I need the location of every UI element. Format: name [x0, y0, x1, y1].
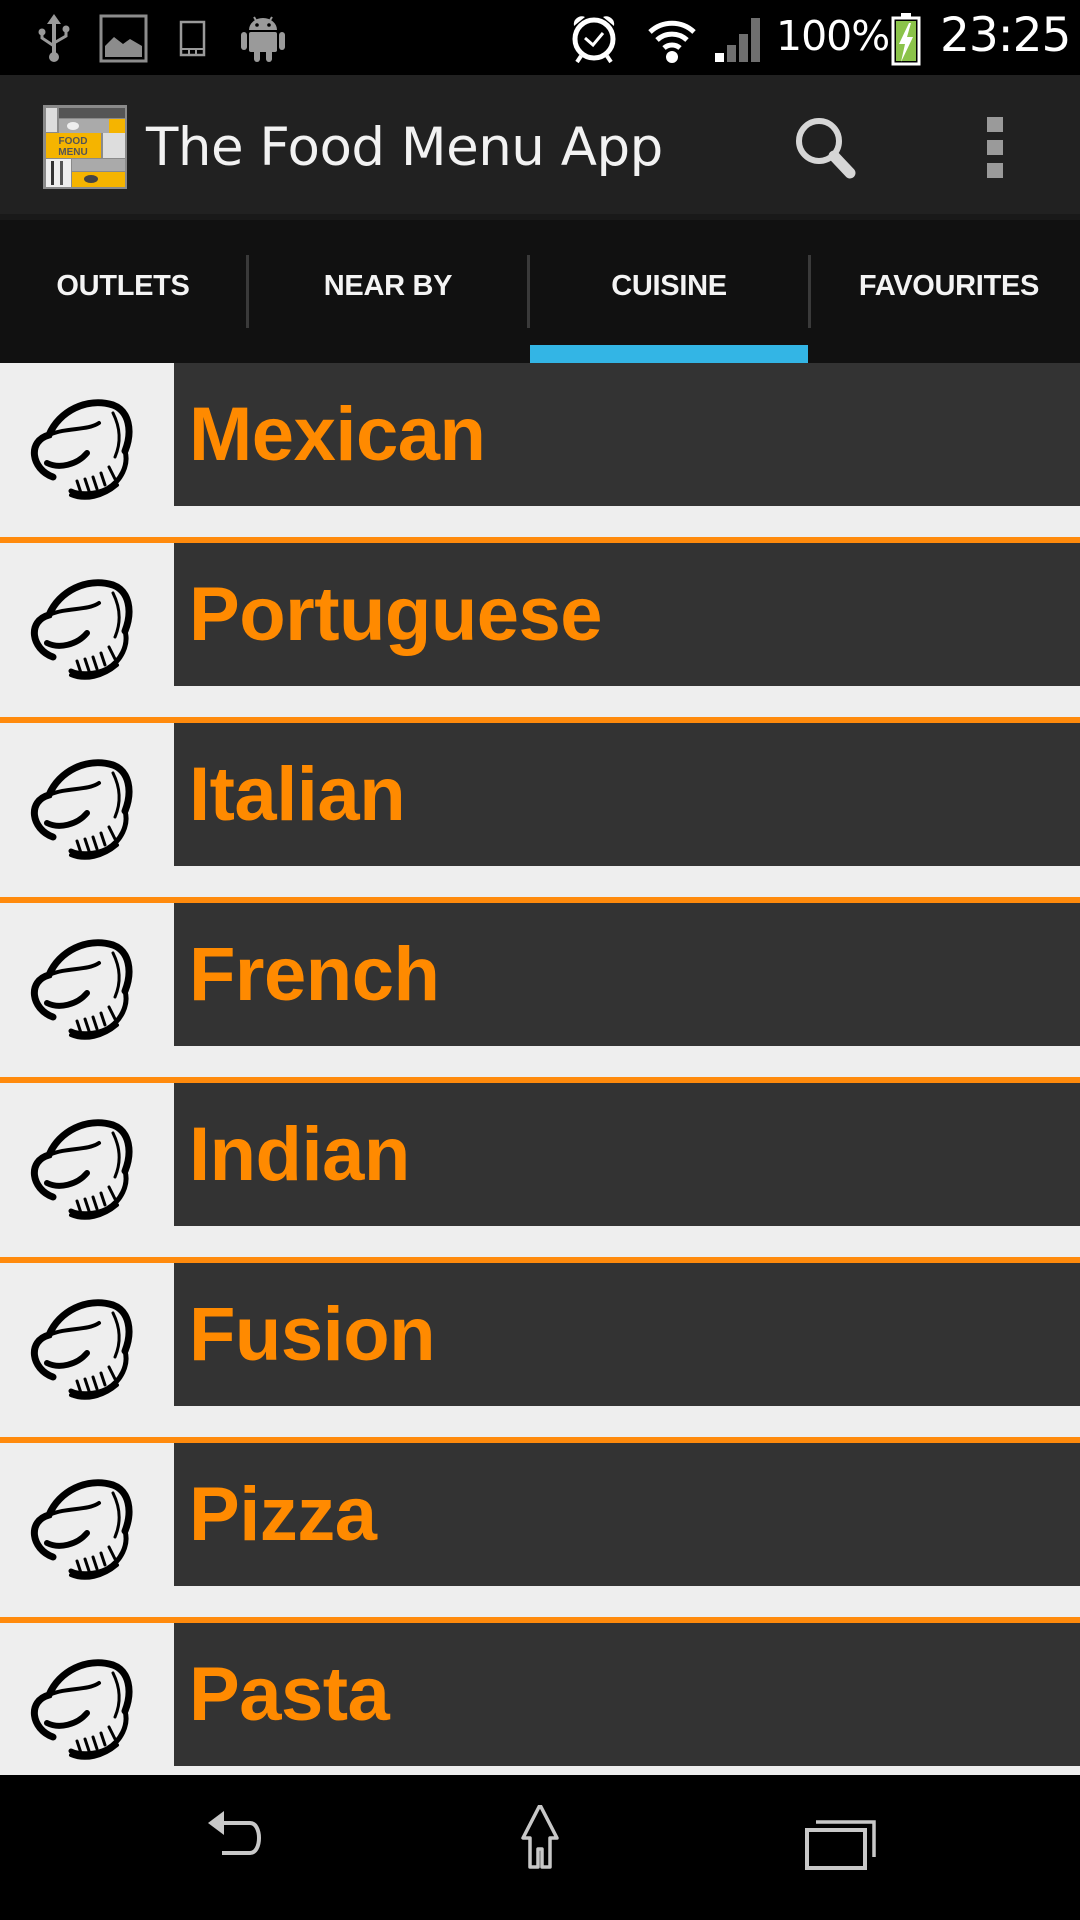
signal-icon — [715, 18, 760, 62]
clock: 23:25 — [940, 8, 1071, 63]
tab-favourites[interactable]: FAVOURITES — [811, 220, 1080, 363]
cuisine-label: Indian — [189, 1112, 410, 1197]
cuisine-list-item-french[interactable]: French — [0, 903, 1080, 1083]
cuisine-label: Italian — [189, 752, 406, 837]
cuisine-label: Fusion — [189, 1292, 436, 1377]
chef-hat-icon — [30, 579, 133, 680]
overflow-menu-icon — [987, 117, 1003, 178]
cuisine-list-item-mexican[interactable]: Mexican — [0, 363, 1080, 543]
tab-cuisine[interactable]: CUISINE — [530, 220, 808, 363]
cuisine-list-item-indian[interactable]: Indian — [0, 1083, 1080, 1263]
search-button[interactable] — [780, 105, 880, 190]
chef-hat-icon — [30, 1659, 133, 1760]
label-cell: Portuguese — [174, 543, 1080, 686]
icon-cell — [0, 1623, 174, 1766]
cuisine-label: Mexican — [189, 392, 486, 477]
cuisine-list-item-pizza[interactable]: Pizza — [0, 1443, 1080, 1623]
cuisine-label: Pizza — [189, 1472, 377, 1557]
back-button[interactable] — [190, 1805, 290, 1885]
tab-label: NEAR BY — [323, 270, 453, 302]
usb-icon — [38, 14, 70, 62]
phone-icon — [179, 20, 206, 57]
label-cell: Mexican — [174, 363, 1080, 506]
chef-hat-icon — [30, 759, 133, 860]
chef-hat-icon — [30, 939, 133, 1040]
icon-cell — [0, 1443, 174, 1586]
home-button[interactable] — [490, 1803, 590, 1885]
app-logo-icon[interactable]: FOOD MENU — [43, 105, 127, 189]
status-bar: 100% 23:25 — [0, 0, 1080, 75]
cuisine-label: French — [189, 932, 440, 1017]
search-icon — [796, 118, 856, 179]
android-icon — [241, 16, 285, 62]
label-cell: French — [174, 903, 1080, 1046]
cuisine-list-item-fusion[interactable]: Fusion — [0, 1263, 1080, 1443]
icon-cell — [0, 903, 174, 1046]
tab-label: FAVOURITES — [858, 270, 1040, 302]
battery-charging-icon — [891, 13, 921, 66]
home-icon — [521, 1803, 559, 1869]
chef-hat-icon — [30, 399, 133, 500]
chef-hat-icon — [30, 1119, 133, 1220]
alarm-icon — [572, 16, 616, 64]
icon-cell — [0, 363, 174, 506]
label-cell: Italian — [174, 723, 1080, 866]
label-cell: Pasta — [174, 1623, 1080, 1766]
overflow-menu-button[interactable] — [970, 105, 1020, 190]
cuisine-list-item-pasta[interactable]: Pasta — [0, 1623, 1080, 1775]
cuisine-label: Pasta — [189, 1652, 390, 1737]
back-icon — [208, 1811, 261, 1855]
wifi-icon — [648, 20, 696, 63]
label-cell: Indian — [174, 1083, 1080, 1226]
icon-cell — [0, 723, 174, 866]
label-cell: Pizza — [174, 1443, 1080, 1586]
chef-hat-icon — [30, 1479, 133, 1580]
tab-label: CUISINE — [611, 270, 727, 302]
cuisine-list-item-portuguese[interactable]: Portuguese — [0, 543, 1080, 723]
cuisine-label: Portuguese — [189, 572, 603, 657]
app-title: The Food Menu App — [146, 117, 663, 178]
label-cell: Fusion — [174, 1263, 1080, 1406]
cuisine-list[interactable]: Mexican Portuguese Italian French Indian… — [0, 363, 1080, 1775]
tab-outlets[interactable]: OUTLETS — [0, 220, 246, 363]
tab-near-by[interactable]: NEAR BY — [249, 220, 527, 363]
selected-tab-indicator — [530, 345, 808, 363]
tab-label: OUTLETS — [56, 270, 190, 302]
icon-cell — [0, 543, 174, 686]
svg-text:MENU: MENU — [58, 147, 87, 158]
cuisine-list-item-italian[interactable]: Italian — [0, 723, 1080, 903]
svg-text:FOOD: FOOD — [59, 136, 88, 147]
icon-cell — [0, 1263, 174, 1406]
recent-apps-icon — [805, 1820, 876, 1870]
image-icon — [99, 14, 148, 63]
tab-bar: OUTLETS NEAR BY CUISINE FAVOURITES — [0, 220, 1080, 363]
action-bar: FOOD MENU The Food Menu App — [0, 75, 1080, 220]
navigation-bar — [0, 1775, 1080, 1920]
recent-apps-button[interactable] — [790, 1805, 890, 1885]
icon-cell — [0, 1083, 174, 1226]
chef-hat-icon — [30, 1299, 133, 1400]
battery-percent: 100% — [776, 12, 890, 60]
